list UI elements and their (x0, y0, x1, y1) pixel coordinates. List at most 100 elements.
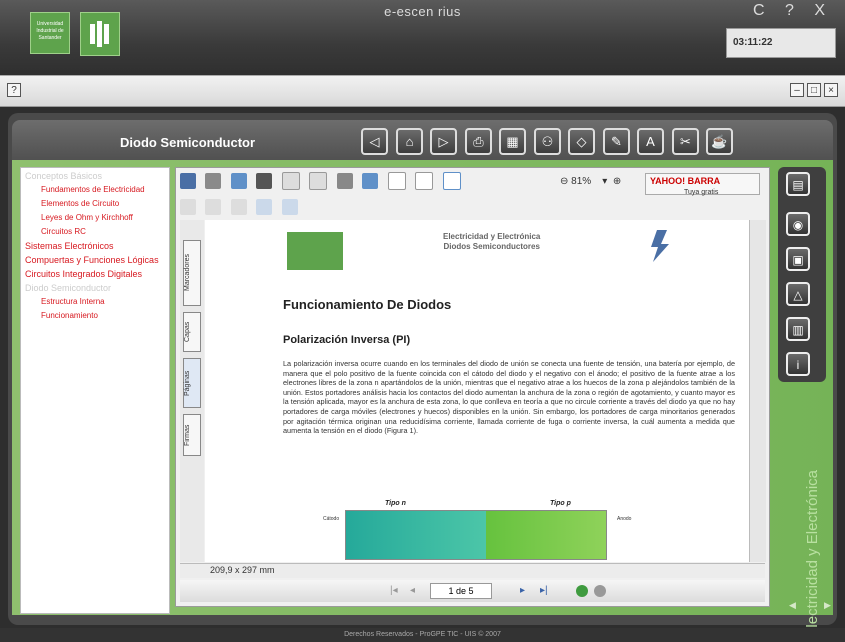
right-tool-rail: ▤ ◉ ▣ △ ▥ i (778, 167, 826, 382)
sidebar-item[interactable]: Estructura Interna (25, 297, 165, 307)
p-region (486, 511, 606, 559)
rail-label: Electricidad y Electrónica (804, 470, 821, 638)
sidebar-item[interactable]: Sistemas Electrónicos (25, 241, 165, 252)
previous-page-icon[interactable]: ◂ (410, 585, 415, 596)
simulation-icon[interactable]: ▥ (786, 317, 810, 341)
first-page-icon[interactable]: |◂ (390, 585, 398, 596)
media-icon[interactable]: ▣ (786, 247, 810, 271)
footer: Derechos Reservados - ProGPE TIC - UIS ©… (0, 628, 845, 642)
app-title: e-escen rius (384, 4, 461, 19)
document-title: Funcionamiento De Diodos (283, 297, 452, 312)
sidebar-item[interactable]: Fundamentos de Electricidad (25, 185, 165, 195)
n-region (346, 511, 486, 559)
undo-icon[interactable] (180, 198, 196, 215)
diode-diagram: Tipo n Tipo p (345, 500, 607, 562)
audio-icon[interactable]: ◉ (786, 212, 810, 236)
quiz-icon[interactable]: ☕ (706, 128, 733, 155)
fit-page-icon[interactable] (415, 172, 434, 190)
rail-prev-icon[interactable]: ◀ (789, 600, 796, 611)
go-forward-icon[interactable] (594, 585, 606, 597)
clock: 03:11:22 (726, 28, 836, 58)
sidebar-item[interactable]: Compuertas y Funciones Lógicas (25, 255, 165, 266)
content-title: Diodo Semiconductor (120, 135, 256, 150)
formula-icon[interactable]: A (637, 128, 664, 155)
tab-firmas[interactable]: Firmas (183, 414, 201, 456)
back-icon[interactable]: ◁ (361, 128, 388, 155)
document-subtitle: Polarización Inversa (PI) (283, 334, 411, 346)
copy-icon[interactable] (230, 198, 247, 215)
cathode-label: Cátodo (323, 516, 340, 522)
utility-bar (0, 75, 845, 107)
pencil-icon[interactable]: ✎ (603, 128, 630, 155)
document-page: Electricidad y Electrónica Diodos Semico… (205, 220, 750, 562)
viewer-toolbar-secondary (180, 198, 765, 220)
page-indicator[interactable]: 1 de 5 (430, 583, 492, 599)
forward-icon[interactable]: ▷ (430, 128, 457, 155)
print-icon[interactable] (205, 173, 222, 189)
eraser-icon[interactable]: ◇ (568, 128, 595, 155)
rail-next-icon[interactable]: ▶ (824, 600, 831, 611)
page-size-bar: 209,9 x 297 mm (180, 563, 765, 578)
rotate-left-icon[interactable] (256, 198, 273, 215)
hand-tool-icon[interactable] (281, 172, 300, 190)
next-page-icon[interactable]: ▸ (520, 585, 525, 596)
uis-mark-icon (90, 21, 109, 47)
sidebar-item[interactable]: Diodo Semiconductor (25, 283, 165, 294)
close-icon[interactable]: × (824, 83, 838, 97)
zoom-value: 81% (571, 176, 592, 187)
sidebar: Conceptos Básicos Fundamentos de Electric… (20, 167, 170, 614)
p-type-label: Tipo p (550, 500, 571, 507)
zoom-select[interactable]: ⊖ 81% ▾ ⊕ (560, 176, 621, 187)
page-size: 209,9 x 297 mm (210, 565, 275, 575)
fit-width-icon[interactable] (442, 172, 461, 190)
rotate-right-icon[interactable] (281, 198, 298, 215)
redo-icon[interactable] (205, 198, 222, 215)
find-icon[interactable] (256, 173, 273, 189)
sidebar-item[interactable]: Circuitos Integrados Digitales (25, 269, 165, 280)
print-icon[interactable]: ⎙ (465, 128, 492, 155)
sidebar-item[interactable]: Leyes de Ohm y Kirchhoff (25, 213, 165, 223)
calculator-icon[interactable]: ▦ (499, 128, 526, 155)
minimize-icon[interactable]: – (790, 83, 804, 97)
sidebar-item[interactable]: Elementos de Circuito (25, 199, 165, 209)
sidebar-item[interactable]: Conceptos Básicos (25, 171, 165, 182)
question-icon[interactable]: ? (7, 83, 21, 97)
vertical-scrollbar[interactable] (749, 220, 766, 562)
info-icon[interactable]: i (786, 352, 810, 376)
snapshot-icon[interactable] (336, 173, 353, 189)
sidebar-item[interactable]: Circuitos RC (25, 227, 165, 237)
document-header: Electricidad y Electrónica Diodos Semico… (443, 232, 540, 252)
document-header-line1: Electricidad y Electrónica (443, 232, 541, 241)
yahoo-sub: Tuya gratis (684, 189, 719, 196)
side-tabs: Marcadores Capas Páginas Firmas (180, 220, 204, 562)
logo-text: Universidad Industrial de Santander (36, 21, 64, 41)
document-body: La polarización inversa ocurre cuando en… (283, 359, 735, 436)
text-select-icon[interactable] (309, 172, 328, 190)
tools-icon[interactable]: ✂ (672, 128, 699, 155)
window-controls[interactable]: C ? X (753, 2, 833, 20)
actual-size-icon[interactable] (387, 172, 406, 190)
home-icon[interactable]: ⌂ (396, 128, 423, 155)
tab-paginas[interactable]: Páginas (183, 358, 201, 408)
image-icon[interactable]: △ (786, 282, 810, 306)
yahoo-label: YAHOO! BARRA (650, 176, 721, 186)
save-icon[interactable] (180, 173, 196, 189)
tab-marcadores[interactable]: Marcadores (183, 240, 201, 306)
yahoo-toolbar-button[interactable]: YAHOO! BARRA Tuya gratis (645, 173, 760, 196)
document-header-line2: Diodos Semiconductores (443, 242, 540, 251)
go-back-icon[interactable] (576, 585, 588, 597)
clock-time: 03:11:22 (733, 37, 773, 48)
last-page-icon[interactable]: ▸| (540, 585, 548, 596)
tab-capas[interactable]: Capas (183, 312, 201, 352)
page-navigation: |◂ ◂ 1 de 5 ▸ ▸| (180, 580, 765, 602)
document-logo (287, 232, 343, 270)
email-icon[interactable] (230, 173, 247, 189)
anode-label: Anodo (617, 516, 632, 522)
lightning-icon (651, 230, 669, 262)
n-type-label: Tipo n (385, 500, 406, 507)
restore-icon[interactable]: □ (807, 83, 821, 97)
network-icon[interactable]: ⚇ (534, 128, 561, 155)
zoom-in-tool-icon[interactable] (362, 173, 379, 189)
document-icon[interactable]: ▤ (786, 172, 810, 196)
sidebar-item[interactable]: Funcionamiento (25, 311, 165, 321)
